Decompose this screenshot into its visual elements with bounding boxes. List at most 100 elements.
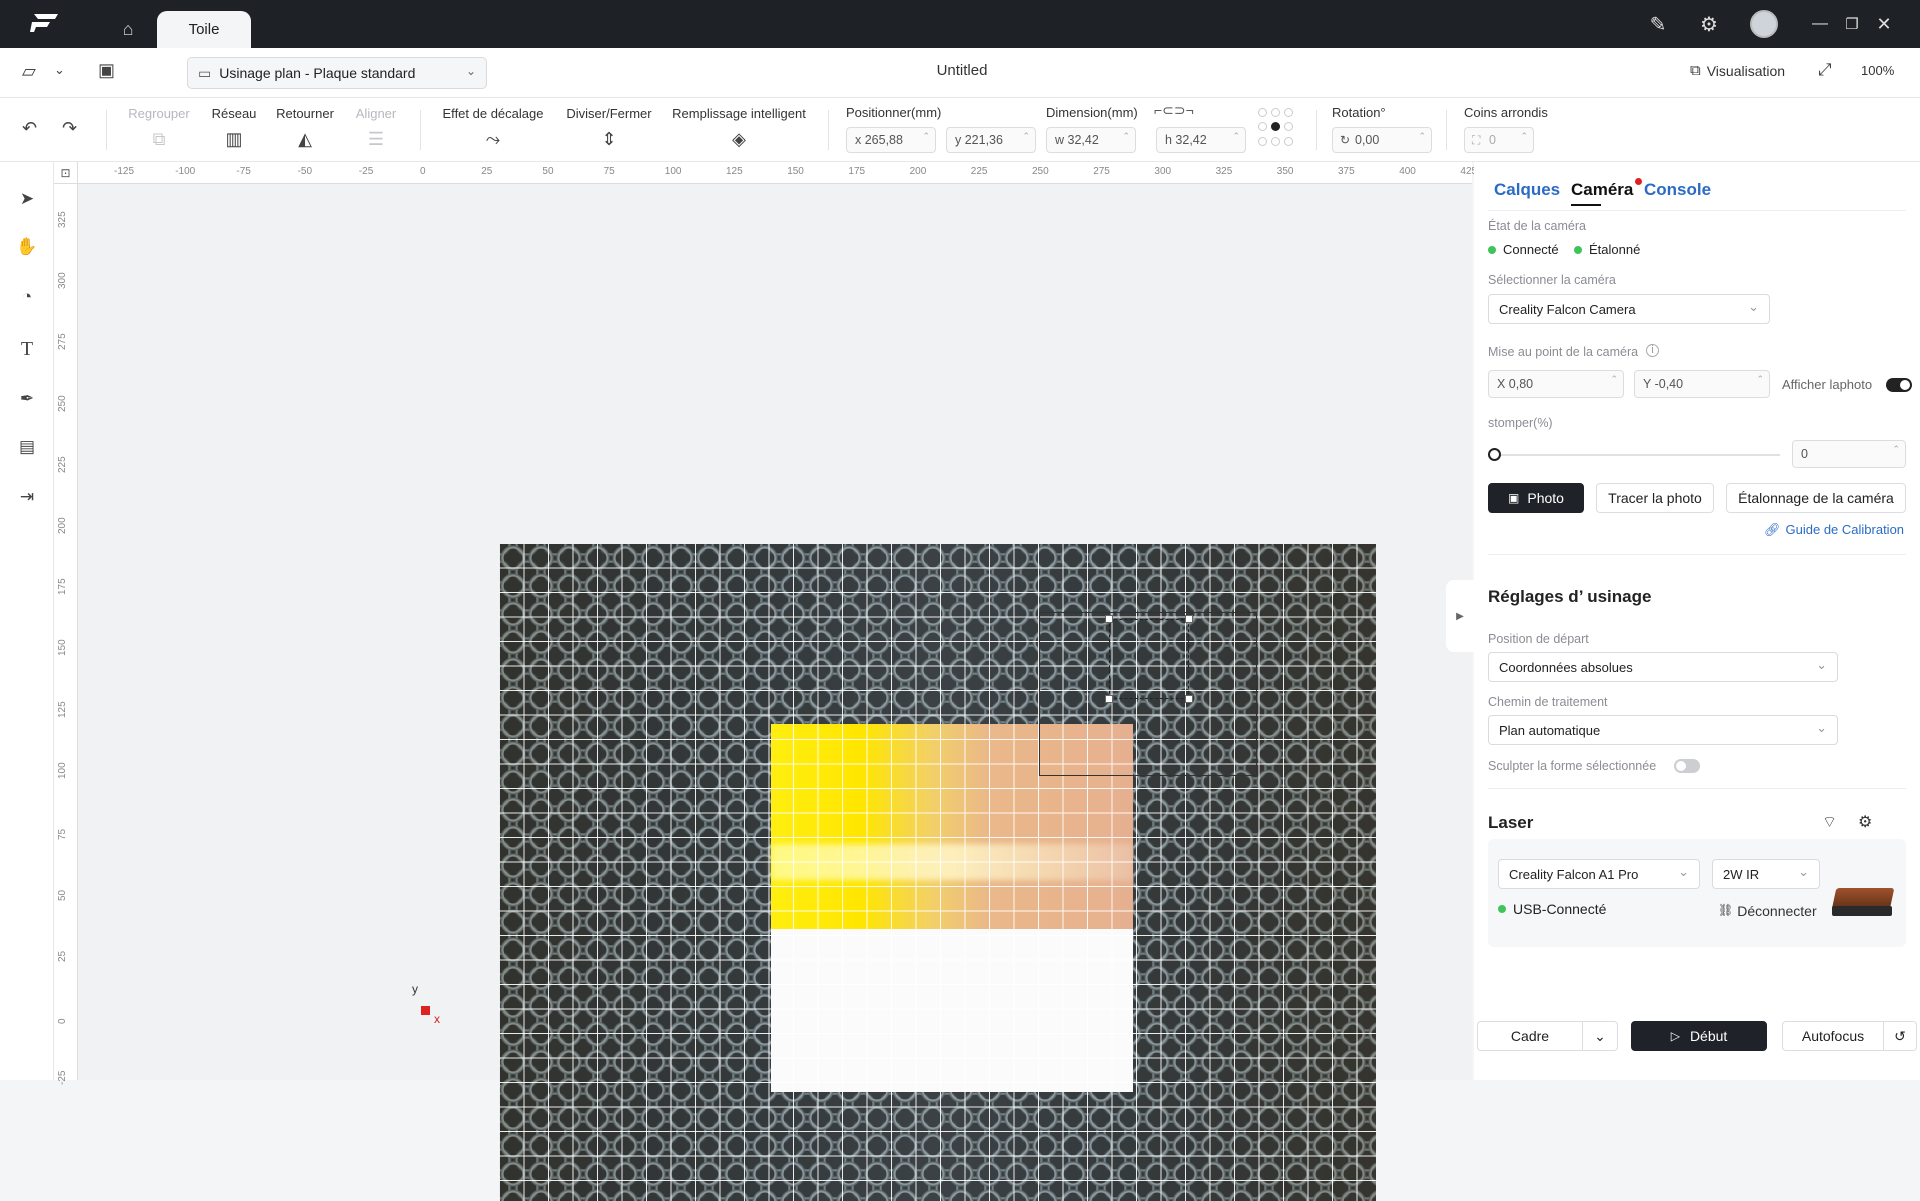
group-button[interactable]: Regrouper ⧉ [124, 106, 194, 150]
start-position-select[interactable]: Coordonnées absolues [1488, 652, 1838, 682]
status-dot [1498, 905, 1506, 913]
notes-icon[interactable]: ✎ [1646, 12, 1670, 36]
photo-button[interactable]: ▣ Photo [1488, 483, 1584, 513]
frame-options-icon[interactable]: ⌄ [1582, 1021, 1618, 1051]
corners-label: Coins arrondis [1464, 105, 1548, 120]
smart-fill-button[interactable]: Remplissage intelligent ◈ [668, 106, 810, 150]
shapes-icon[interactable]: ◔ [14, 284, 40, 310]
link-off-icon: ⛓ [1718, 903, 1734, 917]
ruler-tick-label: 275 [57, 333, 68, 351]
anchor-grid[interactable] [1258, 108, 1298, 148]
mode-dropdown[interactable]: ▭ Usinage plan - Plaque standard ⌄ [187, 57, 487, 89]
undo-icon[interactable]: ↶ [22, 118, 37, 139]
ruler-tick-label: 175 [57, 578, 68, 596]
height-input[interactable]: h 32,42 [1156, 127, 1246, 153]
blur-slider-track[interactable] [1488, 454, 1780, 456]
position-x-input[interactable]: x 265,88 [846, 127, 936, 153]
hand-icon[interactable]: ✋ [14, 234, 40, 260]
corners-input[interactable]: ⛶ 0 [1464, 127, 1534, 153]
blur-input[interactable]: 0 [1792, 440, 1906, 468]
ruler-tick-label: 200 [57, 517, 68, 534]
autofocus-button[interactable]: Autofocus [1782, 1021, 1884, 1051]
ruler-tick-label: 200 [909, 166, 927, 177]
fit-screen-icon[interactable]: ⤢ [1818, 60, 1832, 80]
status-dot [1488, 245, 1496, 254]
ruler-tick-label: -25 [57, 1070, 68, 1085]
home-icon[interactable]: ⌂ [104, 10, 152, 48]
info-icon[interactable]: i [1646, 344, 1659, 357]
module-select[interactable]: 2W IR [1712, 859, 1820, 889]
position-label: Positionner(mm) [846, 105, 942, 120]
folder-icon[interactable]: ▱ [22, 61, 36, 82]
pen-icon[interactable]: ✒ [14, 386, 40, 412]
preview-button[interactable]: ⧉ Visualisation [1690, 62, 1785, 79]
machine-select[interactable]: Creality Falcon A1 Pro [1498, 859, 1700, 889]
blur-slider-thumb[interactable] [1488, 448, 1501, 461]
divide-icon: ⇕ [601, 129, 617, 149]
save-icon[interactable]: ▣ [98, 60, 115, 81]
resize-handle[interactable] [1185, 695, 1193, 703]
ruler-tick-label: 325 [57, 211, 68, 228]
trace-photo-button[interactable]: Tracer la photo [1596, 483, 1714, 513]
select-icon[interactable]: ➤ [14, 186, 40, 212]
camera-calibration-button[interactable]: Étalonnage de la caméra [1726, 483, 1906, 513]
resize-handle[interactable] [1105, 615, 1113, 623]
ruler-tick-label: 400 [1399, 166, 1416, 177]
focus-y-input[interactable]: Y -0,40 [1634, 370, 1770, 398]
selection-box[interactable] [1109, 619, 1189, 699]
resize-handle[interactable] [1185, 615, 1193, 623]
flip-button[interactable]: Retourner ◭ [272, 106, 338, 150]
show-photo-toggle[interactable] [1886, 378, 1912, 392]
chevron-down-icon[interactable]: ⌄ [54, 62, 65, 78]
usb-status: USB-Connecté [1498, 901, 1606, 917]
path-select[interactable]: Plan automatique [1488, 715, 1838, 745]
resize-handle[interactable] [1105, 695, 1113, 703]
start-button[interactable]: ▷ Début [1631, 1021, 1767, 1051]
tab-canvas[interactable]: Toile [157, 11, 251, 48]
camera-badge [1635, 178, 1642, 185]
redo-icon[interactable]: ↷ [62, 118, 77, 139]
ruler-corner-icon[interactable]: ⊡ [54, 162, 78, 184]
tab-camera[interactable]: Caméra [1571, 180, 1633, 200]
restore-icon[interactable]: ❐ [1840, 12, 1864, 36]
minimize-icon[interactable]: — [1808, 12, 1832, 36]
settings-icon[interactable]: ⚙ [1858, 812, 1872, 832]
position-y-input[interactable]: y 221,36 [946, 127, 1036, 153]
divider [1488, 210, 1906, 211]
focus-x-input[interactable]: X 0,80 [1488, 370, 1624, 398]
offset-button[interactable]: Effet de décalage ⤳ [438, 106, 548, 150]
calibration-guide-link[interactable]: 🔗︎ Guide de Calibration [1764, 522, 1904, 538]
preview-label: Visualisation [1706, 62, 1786, 79]
tab-layers[interactable]: Calques [1494, 180, 1560, 200]
flip-label: Retourner [276, 106, 334, 121]
status-dot [1574, 245, 1582, 254]
zoom-level[interactable]: 100% [1861, 63, 1894, 78]
camera-select[interactable]: Creality Falcon Camera [1488, 294, 1770, 324]
rotation-input[interactable]: ↻ 0,00 [1332, 127, 1432, 153]
refresh-icon[interactable]: ↺ [1883, 1021, 1917, 1051]
image-icon[interactable]: ▤ [14, 434, 40, 460]
disconnect-button[interactable]: ⛓ Déconnecter [1714, 899, 1821, 923]
play-icon: ▷ [1670, 1029, 1680, 1043]
close-icon[interactable]: ✕ [1872, 12, 1896, 36]
frame-button[interactable]: Cadre [1477, 1021, 1583, 1051]
gear-icon[interactable]: ⚙ [1697, 12, 1721, 36]
ruler-tick-label: -125 [114, 166, 135, 177]
canvas[interactable]: y x [78, 184, 1472, 1201]
right-sidebar: Calques Caméra Console État de la caméra… [1474, 162, 1920, 1080]
align-button[interactable]: Aligner ☰ [348, 106, 404, 150]
avatar[interactable] [1750, 10, 1778, 38]
ruler-tick-label: 25 [57, 951, 68, 963]
array-button[interactable]: Réseau ▥ [204, 106, 264, 150]
width-input[interactable]: w 32,42 [1046, 127, 1136, 153]
wifi-icon[interactable]: ⌔ [1822, 812, 1837, 832]
sculpt-toggle[interactable] [1674, 759, 1700, 773]
divider [1488, 554, 1906, 555]
text-icon[interactable]: T [14, 336, 40, 362]
collapse-panel-icon[interactable]: ▶ [1446, 580, 1474, 652]
import-icon[interactable]: ⇥ [14, 484, 40, 510]
lock-ratio-icon[interactable]: ⌐⊂⊃¬ [1154, 102, 1194, 119]
divide-button[interactable]: Diviser/Fermer ⇕ [562, 106, 656, 150]
divider [1316, 110, 1317, 150]
tab-console[interactable]: Console [1644, 180, 1711, 200]
